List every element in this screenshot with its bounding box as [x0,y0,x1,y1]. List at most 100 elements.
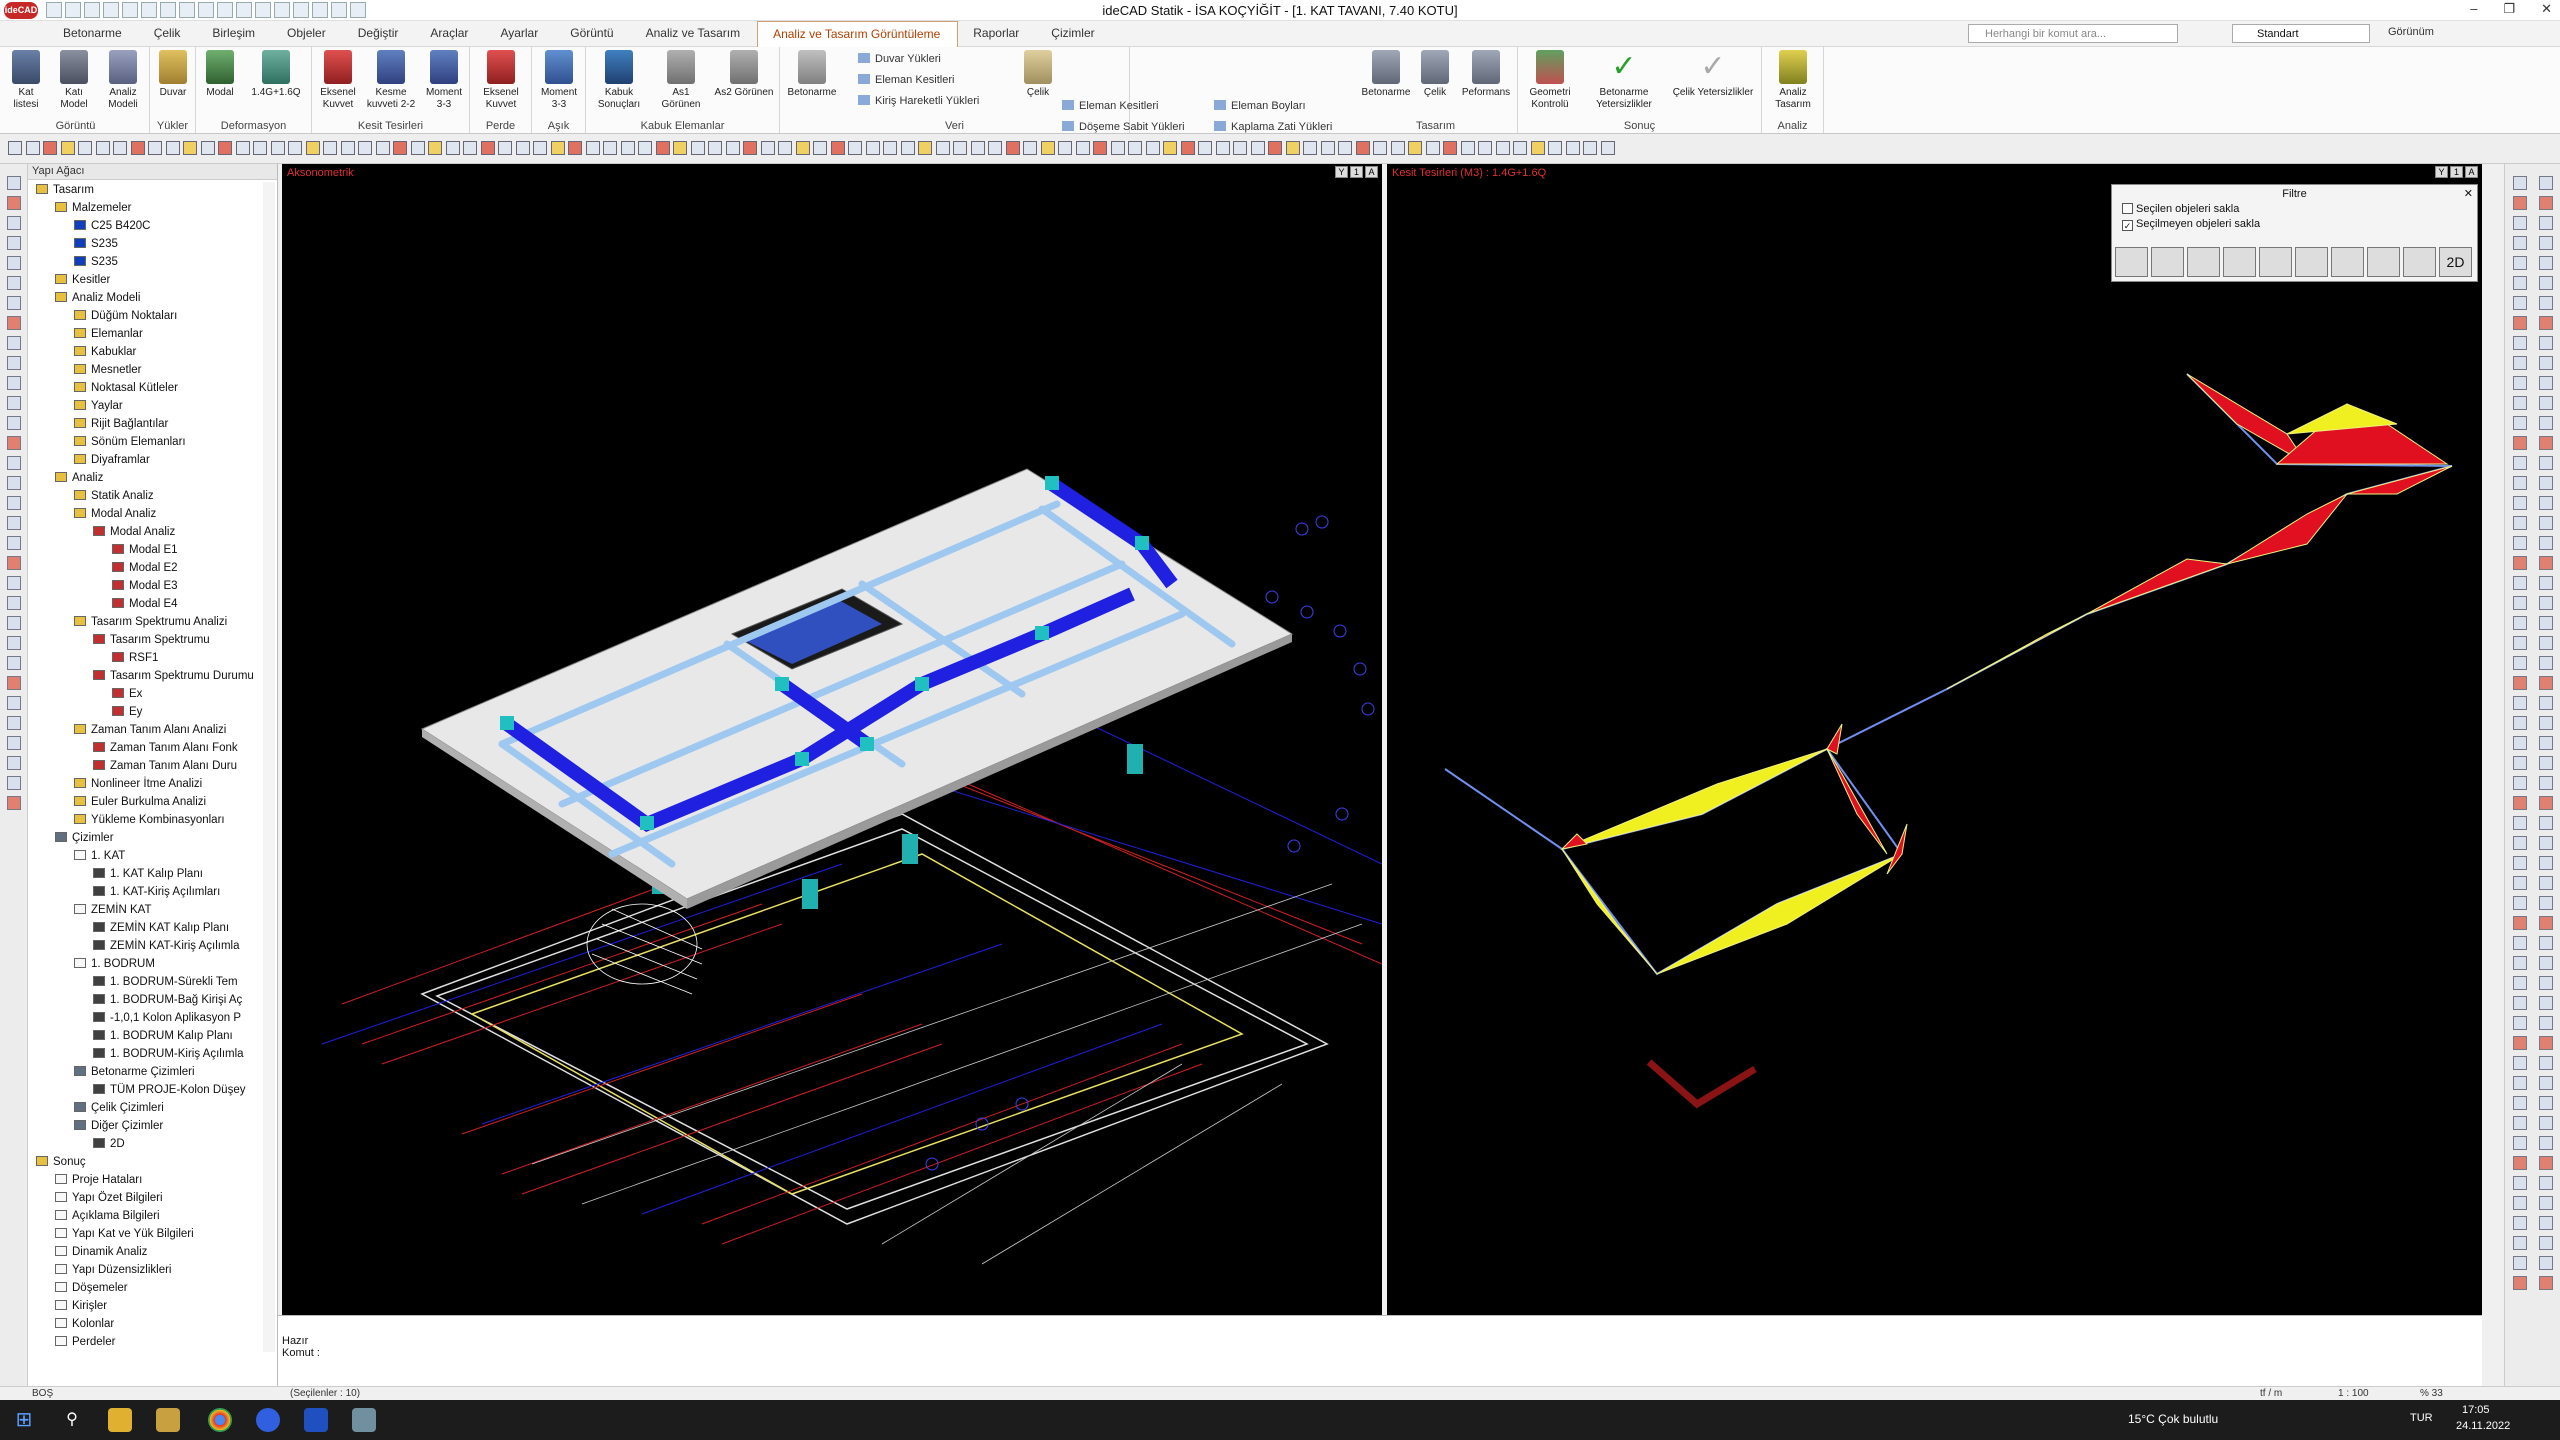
side-tool-icon[interactable] [2513,1276,2527,1290]
side-tool-icon[interactable] [7,416,21,430]
tool-icon[interactable] [1075,141,1090,155]
side-tool-icon[interactable] [7,376,21,390]
side-tool-icon[interactable] [7,576,21,590]
side-tool-icon[interactable] [2539,1256,2553,1270]
tree-node[interactable]: Modal E1 [112,542,178,559]
side-tool-icon[interactable] [2513,616,2527,630]
side-tool-icon[interactable] [2513,816,2527,830]
side-tool-icon[interactable] [7,496,21,510]
tasarim-betonarme-button[interactable]: Betonarme [1358,50,1414,99]
tool-icon[interactable] [848,141,862,155]
tool-icon[interactable] [830,141,845,155]
tool-icon[interactable] [708,141,722,155]
filter-2d-button[interactable]: 2D [2439,247,2472,277]
tree-node[interactable]: Diyaframlar [74,452,150,469]
geometri-kontrolu-button[interactable]: Geometri Kontrolü [1522,50,1578,111]
tree-node[interactable]: Diğer Çizimler [74,1118,163,1135]
tree-node[interactable]: Yaylar [74,398,123,415]
tool-icon[interactable] [620,141,635,155]
tree-node[interactable]: Kolonlar [55,1316,114,1333]
side-tool-icon[interactable] [2539,1116,2553,1130]
close-icon[interactable]: ✕ [2464,187,2473,200]
tree-node[interactable]: -1,0,1 Kolon Aplikasyon P [93,1010,241,1027]
tool-icon[interactable] [1460,141,1475,155]
tool-icon[interactable] [778,141,792,155]
tab-2[interactable]: Birleşim [197,21,272,47]
tree-node[interactable]: ZEMİN KAT Kalıp Planı [93,920,229,937]
tool-icon[interactable] [1338,141,1352,155]
side-tool-icon[interactable] [2539,516,2553,530]
side-tool-icon[interactable] [2513,1176,2527,1190]
side-tool-icon[interactable] [2513,916,2527,930]
filter-grid-icon[interactable] [2259,247,2292,277]
side-tool-icon[interactable] [7,436,21,450]
tool-icon[interactable] [603,141,617,155]
moment-33-button[interactable]: Moment 3-3 [422,50,466,111]
style-select[interactable]: Standart [2232,24,2370,43]
side-tool-icon[interactable] [2539,896,2553,910]
tool-icon[interactable] [988,141,1002,155]
side-tool-icon[interactable] [7,256,21,270]
side-tool-icon[interactable] [7,336,21,350]
tree-node[interactable]: 2D [93,1136,125,1153]
side-tool-icon[interactable] [2513,436,2527,450]
side-tool-icon[interactable] [2539,596,2553,610]
tool-icon[interactable] [1478,141,1492,155]
tool-icon[interactable] [743,141,757,155]
side-tool-icon[interactable] [7,536,21,550]
side-tool-icon[interactable] [2539,476,2553,490]
side-tool-icon[interactable] [2539,176,2553,190]
side-tool-icon[interactable] [2539,236,2553,250]
side-tool-icon[interactable] [2513,236,2527,250]
tree-node[interactable]: Döşemeler [55,1280,128,1297]
side-tool-icon[interactable] [2513,396,2527,410]
filter-slab-icon[interactable] [2187,247,2220,277]
tool-icon[interactable] [795,141,810,155]
tree-node[interactable]: Malzemeler [55,200,131,217]
side-tool-icon[interactable] [2513,276,2527,290]
tree-node[interactable]: Modal E4 [112,596,178,613]
tree-node[interactable]: RSF1 [112,650,158,667]
tree-node[interactable]: Yapı Düzensizlikleri [55,1262,172,1279]
tool-icon[interactable] [95,141,110,155]
side-tool-icon[interactable] [2539,1136,2553,1150]
tool-icon[interactable] [1408,141,1422,155]
side-tool-icon[interactable] [2513,756,2527,770]
side-tool-icon[interactable] [7,796,21,810]
side-tool-icon[interactable] [2513,1156,2527,1170]
tab-6[interactable]: Ayarlar [485,21,555,47]
tool-icon[interactable] [900,141,915,155]
side-tool-icon[interactable] [2539,976,2553,990]
tool-icon[interactable] [970,141,985,155]
tab-3[interactable]: Objeler [272,21,343,47]
side-tool-icon[interactable] [2513,996,2527,1010]
windows-start-icon[interactable]: ⊞ [12,1408,36,1432]
side-tool-icon[interactable] [2539,876,2553,890]
side-tool-icon[interactable] [2513,316,2527,330]
tool-icon[interactable] [1390,141,1405,155]
side-tool-icon[interactable] [2539,376,2553,390]
tool-icon[interactable] [305,141,320,155]
side-tool-icon[interactable] [2513,956,2527,970]
side-tool-icon[interactable] [2513,836,2527,850]
tool-icon[interactable] [1355,141,1370,155]
clock-time[interactable]: 17:05 [2462,1404,2490,1416]
side-tool-icon[interactable] [7,216,21,230]
side-tool-icon[interactable] [2539,656,2553,670]
tool-icon[interactable] [78,141,92,155]
side-tool-icon[interactable] [7,656,21,670]
side-tool-icon[interactable] [2513,936,2527,950]
tab-5[interactable]: Araçlar [415,21,485,47]
tree-node[interactable]: Kabuklar [74,344,136,361]
tool-icon[interactable] [1373,141,1387,155]
tool-icon[interactable] [1285,141,1300,155]
tool-icon[interactable] [1268,141,1282,155]
side-tool-icon[interactable] [2539,676,2553,690]
veri-item[interactable]: Eleman Kesitleri [1062,96,1203,117]
analiz-tasarim-button[interactable]: Analiz Tasarım [1768,50,1818,111]
tool-icon[interactable] [515,141,530,155]
side-tool-icon[interactable] [2513,1056,2527,1070]
side-tool-icon[interactable] [7,476,21,490]
tool-icon[interactable] [918,141,932,155]
kabuk-sonuclari-button[interactable]: Kabuk Sonuçları [590,50,648,111]
